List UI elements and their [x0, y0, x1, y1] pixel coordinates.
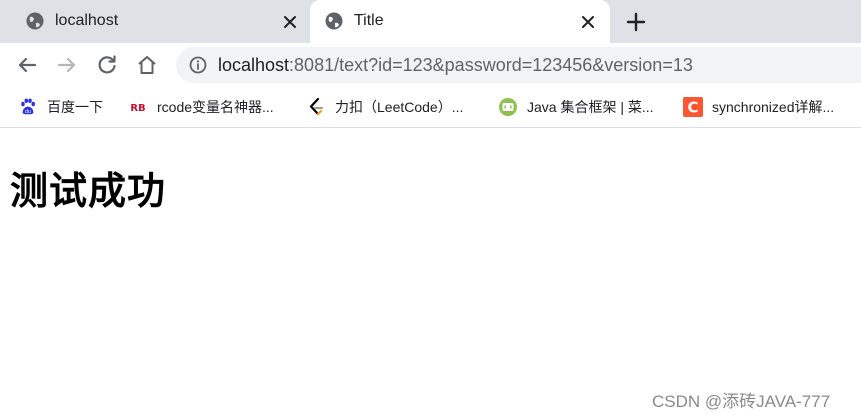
csdn-icon: C [683, 97, 703, 117]
leetcode-icon [309, 97, 324, 116]
back-arrow-icon[interactable] [15, 53, 39, 77]
forward-arrow-icon[interactable] [55, 53, 79, 77]
svg-text:C: C [687, 99, 698, 117]
bookmark-label: 力扣（LeetCode）... [335, 99, 464, 115]
globe-icon [325, 12, 343, 30]
new-tab-plus-icon[interactable] [624, 10, 648, 34]
url-text[interactable]: localhost:8081/text?id=123&password=1234… [218, 55, 693, 76]
home-icon[interactable] [135, 53, 159, 77]
bookmark-label: rcode变量名神器... [157, 99, 274, 115]
bookmark-rcode[interactable]: RB rcode变量名神器... [128, 96, 274, 118]
close-icon[interactable] [280, 12, 300, 32]
close-icon[interactable] [578, 12, 598, 32]
browser-toolbar: localhost:8081/text?id=123&password=1234… [0, 43, 861, 88]
bookmark-label: Java 集合框架 | 菜... [527, 99, 654, 115]
tab-title-active[interactable]: Title [310, 0, 610, 43]
bookmark-label: 百度一下 [47, 99, 103, 115]
url-path: :8081/text?id=123&password=123456&versio… [289, 55, 693, 75]
baidu-paw-icon: du [21, 98, 35, 115]
bookmark-baidu[interactable]: du 百度一下 [18, 96, 103, 118]
runoob-icon [499, 98, 517, 116]
tab-localhost[interactable]: localhost [0, 0, 310, 43]
bookmark-leetcode[interactable]: 力扣（LeetCode）... [306, 96, 463, 118]
rb-logo-icon: RB [130, 103, 145, 114]
tab-title: Title [354, 12, 384, 29]
svg-text:RB: RB [130, 103, 145, 114]
bookmark-label: synchronized详解... [712, 99, 835, 115]
bookmarks-bar: du 百度一下 RB rcode变量名神器... 力扣（LeetCode）...… [0, 88, 861, 128]
bookmark-csdn[interactable]: C synchronized详解... [683, 96, 834, 118]
address-bar[interactable]: localhost:8081/text?id=123&password=1234… [176, 47, 861, 83]
reload-icon[interactable] [95, 53, 119, 77]
info-icon[interactable] [188, 55, 208, 75]
url-host: localhost [218, 55, 290, 75]
globe-icon [26, 12, 44, 30]
page-heading: 测试成功 [10, 169, 167, 213]
tab-strip: localhost Title [0, 0, 861, 43]
svg-text:du: du [25, 109, 31, 115]
bookmark-runoob[interactable]: Java 集合框架 | 菜... [498, 96, 654, 118]
tab-title: localhost [55, 12, 119, 29]
csdn-watermark: CSDN @添砖JAVA-777 [652, 392, 831, 411]
